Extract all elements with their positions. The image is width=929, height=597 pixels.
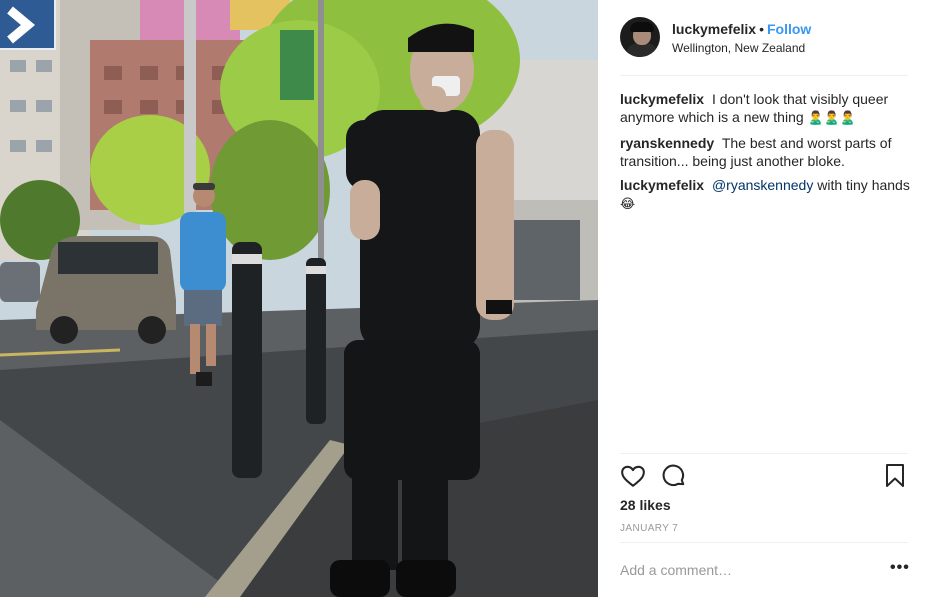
avatar[interactable] [620,17,660,57]
header-user-line: luckymefelix • Follow [672,21,811,37]
actions-divider [620,453,908,454]
next-arrow-icon [7,6,36,44]
comment-list: luckymefelix I don't look that visibly q… [620,90,910,220]
header-separator: • [759,21,764,37]
comment-item: luckymefelix I don't look that visibly q… [620,90,910,128]
more-options-button[interactable]: ••• [890,560,910,576]
add-comment-input[interactable] [620,558,870,582]
comment-username[interactable]: luckymefelix [620,177,704,193]
comment-emoji: 🙎‍♂️🙎‍♂️🙎‍♂️ [807,111,857,126]
avatar-cap [630,22,654,32]
post-side-panel: luckymefelix • Follow Wellington, New Zeal… [598,0,929,597]
heart-icon [621,465,645,487]
location-link[interactable]: Wellington, New Zealand [672,41,805,55]
header-username[interactable]: luckymefelix [672,21,756,37]
post-header: luckymefelix • Follow Wellington, New Zeal… [620,16,908,76]
like-count[interactable]: 28 likes [620,497,671,513]
post-photo[interactable] [0,0,598,597]
bookmark-icon [886,464,904,487]
comment-button[interactable] [661,463,687,489]
comment-divider [620,542,908,543]
comment-username[interactable]: ryanskennedy [620,135,714,151]
comment-icon [662,464,685,487]
comment-item: ryanskennedy The best and worst parts of… [620,134,910,170]
post-date[interactable]: JANUARY 7 [620,523,678,534]
save-button[interactable] [884,463,906,489]
follow-button[interactable]: Follow [767,21,811,37]
comment-text: with tiny hands [817,177,910,193]
comment-emoji: 😂 [620,197,636,212]
avatar-body [626,43,658,57]
comment-mention[interactable]: @ryanskennedy [712,177,813,193]
next-arrow-button[interactable] [0,0,56,50]
comment-username[interactable]: luckymefelix [620,91,704,107]
like-button[interactable] [620,463,646,489]
comment-item: luckymefelix @ryanskennedy with tiny han… [620,176,910,214]
